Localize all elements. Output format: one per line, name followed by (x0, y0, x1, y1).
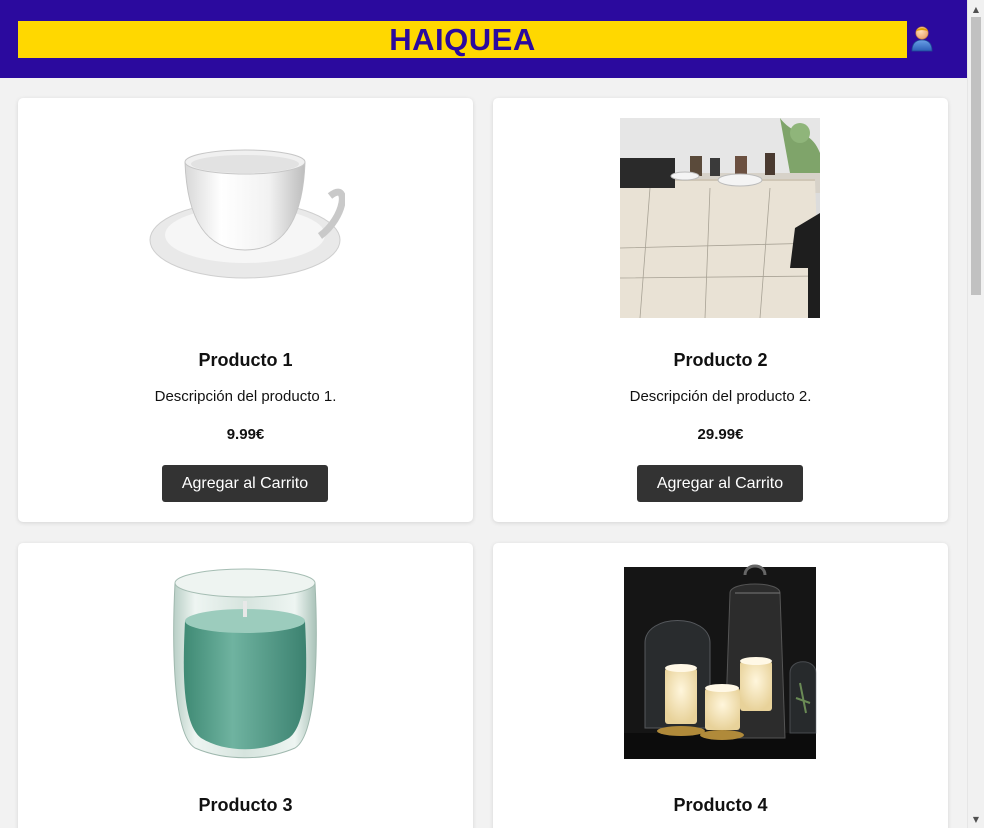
product-name: Producto 3 (198, 795, 293, 815)
scroll-down-icon[interactable]: ▼ (968, 811, 984, 827)
scroll-thumb[interactable] (971, 17, 981, 295)
product-image-tablecloth (620, 118, 820, 318)
add-to-cart-button[interactable]: Agregar al Carrito (162, 465, 328, 502)
scroll-up-icon[interactable]: ▲ (968, 1, 984, 17)
add-to-cart-button[interactable]: Agregar al Carrito (637, 465, 803, 502)
product-card: Producto 3 (18, 543, 473, 828)
product-card: Producto 4 (493, 543, 948, 828)
page: HAIQUEA Producto 1 Descripción del produ… (0, 0, 984, 828)
product-card: Producto 2 Descripción del producto 2. 2… (493, 98, 948, 522)
product-description: Descripción del producto 1. (154, 388, 337, 405)
product-name: Producto 4 (673, 795, 768, 815)
product-image-candle (145, 563, 345, 763)
product-name: Producto 1 (198, 350, 293, 370)
product-name: Producto 2 (673, 350, 768, 370)
product-card: Producto 1 Descripción del producto 1. 9… (18, 98, 473, 522)
brand-bar: HAIQUEA (18, 21, 907, 58)
product-image-lanterns (620, 563, 820, 763)
user-icon[interactable] (909, 24, 935, 52)
brand-title: HAIQUEA (389, 22, 536, 57)
product-price: 29.99€ (697, 426, 744, 443)
product-image-teacup (145, 118, 345, 318)
site-header: HAIQUEA (0, 0, 967, 78)
vertical-scrollbar[interactable]: ▲ ▼ (967, 0, 984, 828)
product-description: Descripción del producto 2. (629, 388, 812, 405)
product-price: 9.99€ (226, 426, 265, 443)
